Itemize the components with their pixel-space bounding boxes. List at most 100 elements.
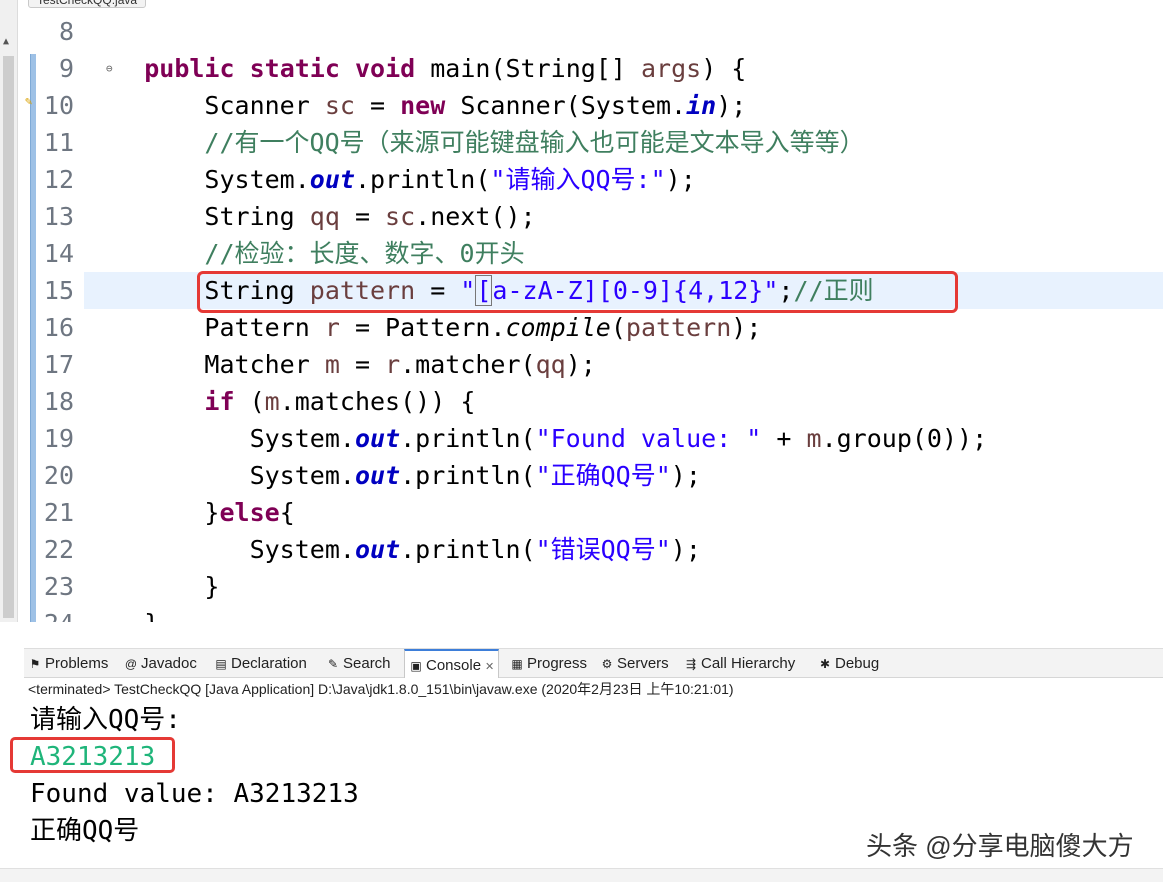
code-token: args [640, 54, 702, 83]
code-token: ( [610, 313, 626, 342]
code-token: Matcher [204, 350, 325, 379]
annotation-box-input [10, 737, 175, 773]
code-editor[interactable]: TestCheckQQ.java ▲ ✎ 8 9 10 11 12 13 14 15 16 17 1… [0, 0, 1163, 622]
line-number: 19 [43, 424, 74, 453]
line-number: 9 [58, 54, 74, 83]
tab-progress[interactable]: ▦ Progress [510, 649, 587, 678]
debug-icon: ✱ [819, 657, 831, 671]
tab-declaration[interactable]: ▤ Declaration [214, 649, 307, 678]
line-number: 24 [36, 605, 74, 622]
code-token: out [354, 424, 401, 453]
code-token: .matcher( [400, 350, 536, 379]
code-token: Scanner [204, 91, 325, 120]
code-line[interactable]: }else{ [84, 494, 295, 531]
code-line[interactable]: Scanner sc = new Scanner(System.in); [84, 87, 746, 124]
annotation-box-regex [197, 271, 958, 313]
tab-label: Progress [527, 655, 588, 672]
tab-debug[interactable]: ✱ Debug [818, 649, 879, 678]
line-number: 17 [43, 350, 74, 379]
line-number: 8 [58, 17, 74, 46]
code-line[interactable]: public static void main(String[] args) { [84, 50, 746, 87]
line-number: 10 [43, 91, 74, 120]
close-icon[interactable]: ✕ [485, 661, 494, 673]
tab-console[interactable]: ▣ Console ✕ [404, 649, 500, 678]
code-token: void [354, 54, 416, 83]
code-token: if [204, 387, 235, 416]
code-token: { [279, 498, 295, 527]
code-token: //有一个QQ号（来源可能键盘输入也可能是文本导入等等） [204, 128, 865, 157]
code-line[interactable]: } [84, 605, 159, 622]
code-line[interactable]: System.out.println("请输入QQ号:"); [84, 161, 696, 198]
console-icon: ▣ [410, 659, 422, 673]
code-token: ); [731, 313, 762, 342]
line-number: 21 [43, 498, 74, 527]
tab-problems[interactable]: ⚑ Problems [28, 649, 109, 678]
code-token: "错误QQ号" [535, 535, 671, 564]
code-line[interactable]: String qq = sc.next(); [84, 198, 535, 235]
editor-file-tab[interactable]: TestCheckQQ.java [28, 0, 147, 8]
code-token: ); [716, 91, 747, 120]
code-line[interactable]: System.out.println("正确QQ号"); [84, 457, 701, 494]
line-number: 16 [43, 313, 74, 342]
warning-icon[interactable]: ✎ [25, 94, 32, 108]
code-token: .group(0)); [821, 424, 988, 453]
change-marker-bar: ✎ [25, 0, 36, 622]
line-number: 13 [43, 202, 74, 231]
code-token: pattern [625, 313, 732, 342]
code-line[interactable]: if (m.matches()) { [84, 383, 475, 420]
code-line[interactable]: //检验：长度、数字、0开头 [84, 235, 524, 272]
code-token: ); [565, 350, 596, 379]
tab-javadoc[interactable]: @ Javadoc [124, 649, 197, 678]
tab-label: Servers [617, 655, 669, 672]
tab-servers[interactable]: ⚙ Servers [600, 649, 669, 678]
call-hierarchy-icon: ⇶ [685, 657, 697, 671]
code-token: ); [670, 461, 701, 490]
tab-label: Call Hierarchy [701, 655, 796, 672]
line-number: 20 [43, 461, 74, 490]
tab-label: Declaration [231, 655, 307, 672]
code-line[interactable]: } [84, 568, 219, 605]
scroll-up-icon[interactable]: ▲ [3, 36, 9, 47]
code-line[interactable]: System.out.println("Found value: " + m.g… [84, 420, 988, 457]
code-token: out [354, 535, 401, 564]
code-line[interactable]: Matcher m = r.matcher(qq); [84, 346, 596, 383]
code-token: ); [665, 165, 696, 194]
code-token: qq [535, 350, 566, 379]
code-token: System. [249, 461, 355, 490]
code-token: m [806, 424, 822, 453]
tab-search[interactable]: ✎ Search [326, 649, 391, 678]
code-token: "Found value: " [535, 424, 762, 453]
tab-label: Problems [45, 655, 109, 672]
tab-call-hierarchy[interactable]: ⇶ Call Hierarchy [684, 649, 795, 678]
code-token: ); [670, 535, 701, 564]
watermark: 头条 @分享电脑傻大方 [866, 831, 1134, 861]
code-token: } [144, 609, 159, 622]
code-token: public [144, 54, 235, 83]
code-token: System. [249, 424, 355, 453]
console-horizontal-scrollbar[interactable] [0, 868, 1163, 882]
code-token: "正确QQ号" [535, 461, 671, 490]
left-scrollbar[interactable]: ▲ [0, 0, 18, 622]
code-token: System. [204, 165, 310, 194]
code-line[interactable]: System.out.println("错误QQ号"); [84, 531, 701, 568]
code-token: = [339, 202, 386, 231]
code-line[interactable]: Pattern r = Pattern.compile(pattern); [84, 309, 761, 346]
code-token: + [761, 424, 807, 453]
code-token: else [219, 498, 280, 527]
line-number: 14 [43, 239, 74, 268]
code-token: .println( [354, 165, 491, 194]
console-status-line: <terminated> TestCheckQQ [Java Applicati… [28, 681, 734, 697]
line-number: 12 [43, 165, 74, 194]
line-number: 11 [43, 128, 74, 157]
code-token: } [204, 572, 220, 601]
line-number: 23 [43, 572, 74, 601]
code-token: .println( [400, 535, 536, 564]
scrollbar-thumb[interactable] [3, 56, 14, 618]
view-tab-bar: ⚑ Problems @ Javadoc ▤ Declaration ✎ Search ▣ Con… [24, 648, 1163, 678]
code-token: Scanner(System. [445, 91, 687, 120]
code-token: Pattern [204, 313, 325, 342]
code-line[interactable]: //有一个QQ号（来源可能键盘输入也可能是文本导入等等） [84, 124, 865, 161]
code-token: new [400, 91, 446, 120]
